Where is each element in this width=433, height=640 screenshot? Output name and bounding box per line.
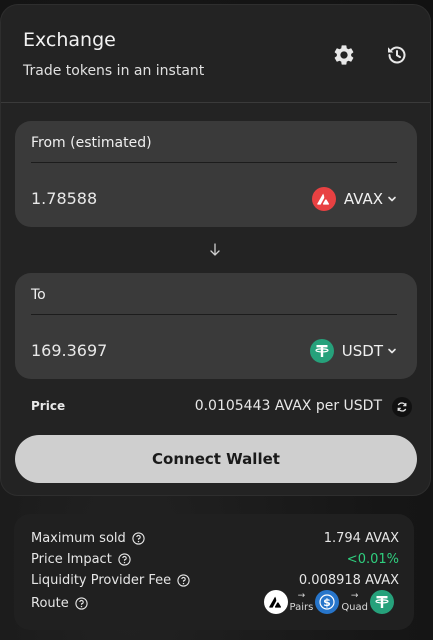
- price-row: Price 0.0105443 AVAX per USDT: [31, 397, 412, 417]
- history-icon[interactable]: [385, 43, 409, 67]
- route-row: Route → Pairs $ → Quad: [31, 590, 414, 614]
- max-sold-row: Maximum sold 1.794 AVAX: [31, 531, 399, 549]
- page-subtitle: Trade tokens in an instant: [23, 63, 205, 79]
- chevron-down-icon: [388, 348, 396, 354]
- chevron-down-icon: [388, 196, 396, 202]
- price-impact-row: Price Impact <0.01%: [31, 552, 399, 570]
- to-token-name: USDT: [341, 342, 383, 360]
- right-arrow-icon: →: [350, 591, 359, 601]
- help-question-icon[interactable]: [177, 574, 190, 587]
- from-divider: [31, 162, 397, 163]
- route-hop-2: → Quad: [341, 591, 368, 613]
- right-arrow-icon: →: [297, 591, 306, 601]
- svg-text:$: $: [323, 596, 331, 609]
- to-label: To: [31, 287, 46, 303]
- lp-fee-value: 0.008918 AVAX: [298, 573, 399, 588]
- from-panel: From (estimated) 1.78588 AVAX: [15, 121, 417, 227]
- avax-logo-icon: [311, 187, 336, 211]
- lp-fee-row: Liquidity Provider Fee 0.008918 AVAX: [31, 573, 399, 591]
- trade-details-card: Maximum sold 1.794 AVAX Price Impact <0.…: [14, 514, 414, 630]
- lp-fee-label: Liquidity Provider Fee: [31, 573, 172, 588]
- to-token-select[interactable]: USDT: [309, 339, 397, 363]
- price-impact-label: Price Impact: [31, 552, 112, 567]
- usdc-logo-icon: $: [315, 590, 340, 614]
- price-label: Price: [31, 399, 66, 413]
- route-label: Route: [31, 596, 69, 611]
- price-impact-value: <0.01%: [346, 552, 399, 567]
- help-question-icon[interactable]: [75, 597, 88, 610]
- route-hop-2-label: Quad: [341, 602, 368, 613]
- max-sold-label: Maximum sold: [31, 531, 126, 546]
- help-question-icon[interactable]: [118, 553, 131, 566]
- card-header: Exchange Trade tokens in an instant: [1, 5, 430, 103]
- max-sold-value: 1.794 AVAX: [323, 531, 399, 546]
- to-amount-input[interactable]: 169.3697: [31, 341, 231, 360]
- from-label: From (estimated): [31, 135, 152, 151]
- price-value: 0.0105443 AVAX per USDT: [194, 398, 382, 414]
- to-panel: To 169.3697 USDT: [15, 273, 417, 379]
- connect-wallet-button[interactable]: Connect Wallet: [15, 435, 417, 483]
- from-token-name: AVAX: [343, 190, 383, 208]
- usdt-logo-icon: [370, 590, 394, 614]
- from-token-select[interactable]: AVAX: [311, 187, 397, 211]
- route-hop-1-label: Pairs: [289, 602, 314, 613]
- price-invert-icon[interactable]: [392, 397, 412, 417]
- help-question-icon[interactable]: [132, 532, 145, 545]
- to-divider: [31, 314, 397, 315]
- route-hop-1: → Pairs: [290, 591, 314, 613]
- usdt-logo-icon: [309, 339, 334, 363]
- from-amount-input[interactable]: 1.78588: [31, 189, 231, 208]
- swap-direction-arrow-icon[interactable]: [209, 243, 221, 257]
- settings-gear-icon[interactable]: [332, 43, 356, 67]
- avax-logo-icon: [263, 590, 288, 614]
- route-path: → Pairs $ → Quad: [263, 590, 394, 614]
- page-title: Exchange: [23, 29, 116, 51]
- exchange-page: Exchange Trade tokens in an instant From…: [0, 0, 433, 640]
- swap-card: Exchange Trade tokens in an instant From…: [0, 4, 431, 496]
